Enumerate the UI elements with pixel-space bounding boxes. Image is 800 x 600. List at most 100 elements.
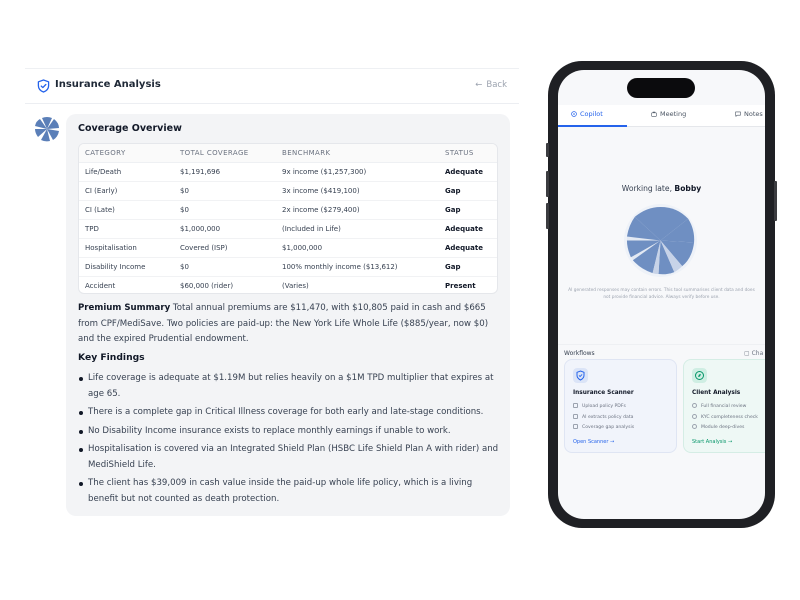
cell-benchmark: 3x income ($419,100) [276,181,439,201]
open-scanner-link[interactable]: Open Scanner → [573,439,614,445]
cell-status: Adequate [439,219,497,239]
chat-bubble-icon: ▢ [744,350,750,357]
shield-check-icon [37,79,50,93]
table-row: Life/Death $1,191,696 9x income ($1,257,… [79,162,497,182]
active-tab-indicator [558,125,627,127]
divider [558,344,765,345]
cell-benchmark: $1,000,000 [276,238,439,258]
cell-category: Hospitalisation [79,238,174,258]
ai-disclaimer: AI generated responses may contain error… [568,288,755,300]
table-row: Hospitalisation Covered (ISP) $1,000,000… [79,238,497,258]
list-item: AI extracts policy data [573,413,634,424]
tab-meeting[interactable]: Meeting [651,110,686,118]
list-item-label: Coverage gap analysis [582,425,635,430]
cell-total-coverage: $0 [174,257,276,277]
shield-icon [573,368,588,383]
document-icon [573,413,578,419]
back-button[interactable]: ← Back [475,80,507,90]
phone-tab-bar: Copilot Meeting Notes [558,105,765,127]
tab-copilot[interactable]: Copilot [571,110,603,118]
phone-side-button [774,181,777,221]
list-item: Upload policy PDFs [573,402,634,413]
premium-summary: Premium Summary Total annual premiums ar… [78,301,500,348]
list-item: There is a complete gap in Critical Illn… [78,405,502,421]
check-icon [692,413,697,419]
chat-link[interactable]: ▢ Cha [744,350,763,357]
cell-benchmark: (Included in Life) [276,219,439,239]
cell-status: Present [445,281,476,290]
copilot-orb-icon [623,203,698,278]
column-header-status: STATUS [439,144,497,163]
arrow-left-icon: ← [475,80,483,90]
cell-benchmark: (Varies) [282,281,309,290]
phone-side-button [546,143,549,157]
table-row: CI (Late) $0 2x income ($279,400) Gap [79,200,497,220]
back-label: Back [486,80,507,90]
compass-icon [692,368,707,383]
coverage-table: CATEGORY TOTAL COVERAGE BENCHMARK STATUS… [78,143,498,294]
list-item-label: Upload policy PDFs [582,404,626,409]
tab-notes-label: Notes [744,110,763,118]
column-header-benchmark: BENCHMARK [276,144,439,163]
briefcase-icon [651,111,657,117]
list-item: No Disability Income insurance exists to… [78,424,502,440]
start-analysis-link[interactable]: Start Analysis → [692,439,732,445]
list-item: Module deep-dives [692,423,758,434]
checklist-icon [573,424,578,429]
key-findings-list: Life coverage is adequate at $1.19M but … [78,371,502,510]
cell-category: Disability Income [79,257,174,277]
list-item: Full financial review [692,402,758,413]
table-row: Disability Income $0 100% monthly income… [79,257,497,277]
assistant-avatar-icon [35,117,59,142]
cell-category: CI (Early) [79,181,174,201]
table-header-row: CATEGORY TOTAL COVERAGE BENCHMARK STATUS [79,144,497,163]
cell-benchmark: 100% monthly income ($13,612) [276,257,439,277]
tab-notes[interactable]: Notes [735,110,763,118]
cell-benchmark: 2x income ($279,400) [276,200,439,220]
compass-icon [571,111,577,117]
analysis-header: Insurance Analysis ← Back [25,68,519,104]
list-item-label: Full financial review [701,404,747,409]
workflows-label: Workflows [564,350,595,357]
cell-category: CI (Late) [79,200,174,220]
layers-icon [692,424,697,429]
greeting-prefix: Working late, [621,184,672,193]
cell-category: Life/Death [79,162,174,182]
phone-side-button [546,203,549,229]
client-analysis-steps: Full financial review KYC completeness c… [692,402,758,434]
list-item: The client has $39,009 in cash value ins… [78,476,502,507]
cell-total-coverage: $0 [174,181,276,201]
client-analysis-card[interactable]: Client Analysis Full financial review KY… [683,359,765,453]
cell-category: Accident [85,281,116,290]
column-header-category: CATEGORY [79,144,174,163]
review-icon [692,403,697,408]
cell-total-coverage: $60,000 (rider) [180,281,234,290]
insurance-scanner-title: Insurance Scanner [573,390,634,396]
cell-status: Adequate [439,162,497,182]
cell-benchmark: 9x income ($1,257,300) [276,162,439,182]
list-item: Life coverage is adequate at $1.19M but … [78,371,502,402]
table-row: CI (Early) $0 3x income ($419,100) Gap [79,181,497,201]
phone-device: Copilot Meeting Notes Working late, Bobb… [546,61,777,528]
dynamic-island [627,78,695,98]
list-item-label: Module deep-dives [701,425,745,430]
cell-status: Gap [439,181,497,201]
cell-status: Adequate [439,238,497,258]
insurance-scanner-card[interactable]: Insurance Scanner Upload policy PDFs AI … [564,359,677,453]
list-item: KYC completeness check [692,413,758,424]
greeting-text: Working late, Bobby [558,184,765,193]
list-item-label: KYC completeness check [701,414,758,420]
upload-icon [573,403,578,408]
cell-total-coverage: $1,000,000 [174,219,276,239]
coverage-overview-title: Coverage Overview [78,123,182,134]
tab-copilot-label: Copilot [580,110,603,118]
cell-total-coverage: Covered (ISP) [174,238,276,258]
message-square-icon [735,111,741,117]
list-item: Hospitalisation is covered via an Integr… [78,442,502,473]
list-item: Coverage gap analysis [573,423,634,434]
cell-status: Gap [439,257,497,277]
phone-screen: Copilot Meeting Notes Working late, Bobb… [558,70,765,519]
cell-category: TPD [79,219,174,239]
table-row: TPD $1,000,000 (Included in Life) Adequa… [79,219,497,239]
cell-total-coverage: $1,191,696 [174,162,276,182]
